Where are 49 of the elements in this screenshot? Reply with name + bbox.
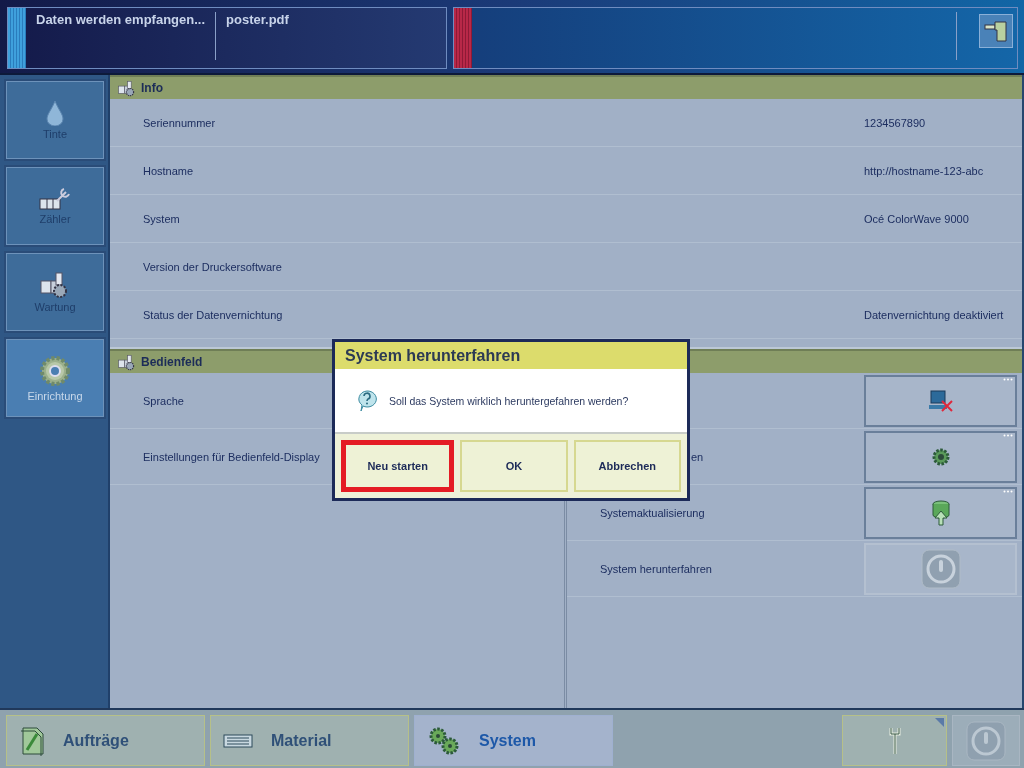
computer-cross-icon [927, 388, 954, 413]
section-icon [118, 79, 136, 97]
power-icon [966, 720, 1006, 761]
info-value: 1234567890 [864, 116, 927, 129]
status-stripe [8, 8, 26, 68]
device-icon [984, 20, 1008, 42]
device-button[interactable] [979, 14, 1013, 48]
dialog-button[interactable]: Abbrechen [573, 440, 681, 492]
info-label: Hostname [142, 164, 195, 177]
info-value: http://hostname-123-abc [864, 164, 985, 177]
job-file-name: poster.pdf [225, 11, 290, 29]
info-label: Version der Druckersoftware [142, 260, 283, 273]
section-title: Bedienfeld [141, 355, 203, 369]
sidebar-item-label: Einrichtung [27, 390, 83, 402]
nav-tab[interactable]: Material [210, 715, 409, 766]
gear-icon [38, 354, 72, 388]
paper-stack-icon [223, 732, 253, 749]
section-title: Info [141, 81, 163, 95]
power-icon [920, 548, 961, 589]
question-bubble-icon [357, 389, 377, 412]
cylinder-arrow-icon [930, 498, 951, 527]
gears-icon [427, 725, 461, 756]
service-button[interactable] [842, 715, 947, 766]
dialog-message: Soll das System wirklich heruntergefahren werden? [389, 394, 629, 407]
section-icon [118, 353, 136, 371]
nav-tab[interactable]: Aufträge [6, 715, 205, 766]
corner-icon [935, 718, 944, 727]
action-button[interactable] [864, 374, 1017, 427]
action-label: System herunterfahren [599, 562, 713, 575]
action-button[interactable] [864, 430, 1017, 483]
status-stripe [454, 8, 472, 68]
dialog-button[interactable]: Neu starten [341, 440, 455, 492]
dialog-title: System herunterfahren [335, 342, 687, 369]
sidebar-item[interactable]: Einrichtung [4, 337, 106, 419]
dialog-button[interactable]: OK [460, 440, 568, 492]
action-button[interactable] [864, 486, 1017, 539]
info-value: Datenvernichtung deaktiviert [864, 308, 1005, 321]
info-label: Status der Datenvernichtung [142, 308, 284, 321]
action-label: en [690, 450, 705, 463]
job-status-text: Daten werden empfangen... [35, 11, 207, 29]
nav-tab[interactable]: System [414, 715, 613, 766]
document-icon [19, 725, 45, 756]
module-gear-icon [40, 271, 70, 299]
info-label: Seriennummer [142, 116, 217, 129]
info-label: System [142, 212, 181, 225]
counter-wrench-icon [39, 187, 71, 211]
info-value: Océ ColorWave 9000 [864, 212, 970, 225]
action-label: Systemaktualisierung [599, 506, 706, 519]
drop-icon [46, 100, 64, 126]
